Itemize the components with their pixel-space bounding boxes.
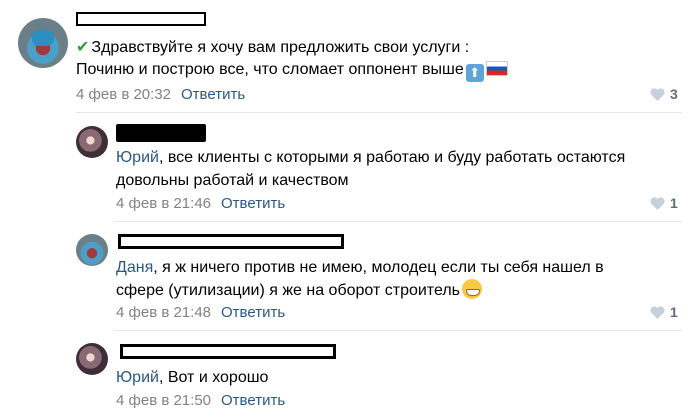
heart-icon [650, 196, 665, 210]
comment-text-line-1: Юрий, Вот и хорошо [116, 369, 269, 386]
redacted-author-name [116, 124, 206, 142]
like-button[interactable]: 1 [650, 195, 678, 211]
comment-text-line-1: ✔ Здравствуйте я хочу вам предложить свои… [76, 36, 469, 60]
reply-button[interactable]: Ответить [181, 86, 245, 103]
comment-date[interactable]: 4 фев в 20:32 [76, 86, 171, 103]
check-mark-icon: ✔ [76, 39, 90, 56]
comment-date[interactable]: 4 фев в 21:46 [116, 195, 211, 212]
russia-flag-emoji [485, 61, 508, 76]
mention-link[interactable]: Даня [116, 259, 153, 276]
like-button[interactable]: 1 [650, 304, 678, 320]
comment-date[interactable]: 4 фев в 21:50 [116, 392, 211, 409]
comment-text-line-2: сфере (утилизации) я же на оборот строит… [116, 279, 482, 303]
redacted-author-name [120, 344, 336, 359]
redacted-author-name [76, 12, 206, 26]
mention-link[interactable]: Юрий [116, 149, 159, 166]
redacted-author-name [118, 234, 344, 249]
avatar[interactable] [76, 126, 108, 158]
comment-text-line-2: довольны работай и качеством [116, 172, 349, 189]
comment-meta: 4 фев в 20:32 Ответить [76, 85, 245, 105]
like-count: 1 [670, 195, 678, 211]
divider [114, 330, 682, 331]
reply-button[interactable]: Ответить [221, 392, 285, 409]
comment-text-line-1: Юрий, все клиенты с которыми я работаю и… [116, 149, 626, 166]
avatar[interactable] [18, 18, 68, 68]
divider [76, 112, 682, 113]
like-button[interactable]: 3 [650, 86, 678, 102]
like-count: 3 [670, 86, 678, 102]
heart-icon [650, 87, 665, 101]
comment-meta: 4 фев в 21:48 Ответить [116, 303, 285, 323]
comment-meta: 4 фев в 21:50 Ответить [116, 391, 285, 411]
grinning-face-emoji [461, 279, 482, 299]
comment-text-line-1: Даня, я ж ничего против не имею, молодец… [116, 259, 604, 276]
avatar[interactable] [76, 343, 108, 375]
up-arrow-emoji: ⬆ [465, 64, 484, 82]
reply-button[interactable]: Ответить [221, 195, 285, 212]
heart-icon [650, 305, 665, 319]
reply-button[interactable]: Ответить [221, 304, 285, 321]
like-count: 1 [670, 304, 678, 320]
comment-text-line-2: Починю и построю все, что сломает оппоне… [76, 58, 508, 82]
mention-link[interactable]: Юрий [116, 369, 159, 386]
comment-meta: 4 фев в 21:46 Ответить [116, 194, 285, 214]
divider [114, 221, 682, 222]
comment-date[interactable]: 4 фев в 21:48 [116, 304, 211, 321]
avatar[interactable] [76, 234, 108, 266]
